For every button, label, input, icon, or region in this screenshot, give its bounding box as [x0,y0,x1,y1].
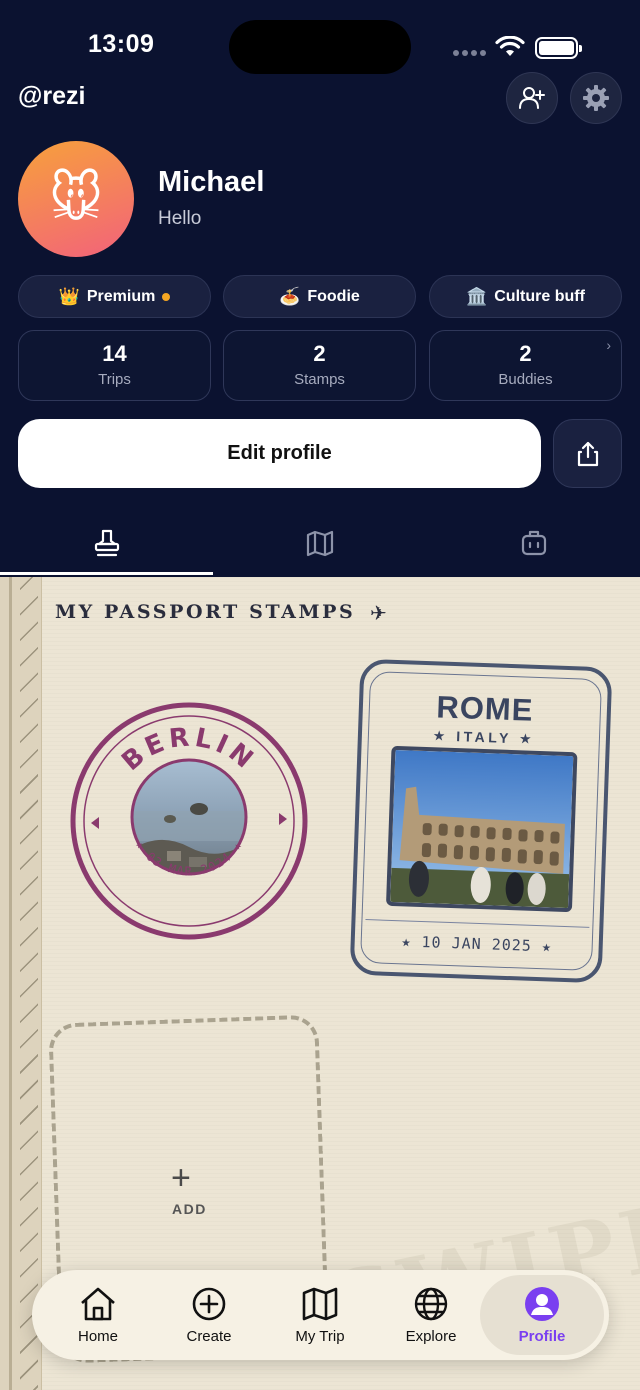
stat-value: 14 [102,341,127,366]
tab-trips[interactable] [427,510,640,576]
museum-icon: 🏛️ [466,286,488,306]
spaghetti-icon: 🍝 [279,286,301,306]
profile-header-area: 13:09 @rezi 🐭 Michael Hello 👑 Premium 🍝 … [0,0,640,577]
stat-stamps[interactable]: 2 Stamps [223,330,416,401]
username-handle: @rezi [18,82,86,110]
avatar[interactable]: 🐭 [18,141,134,257]
nav-home[interactable]: Home [43,1270,153,1360]
stamp-icon [94,529,119,557]
settings-button[interactable] [570,72,622,124]
globe-icon [414,1287,448,1320]
nav-label: Home [77,1327,118,1345]
stat-buddies[interactable]: › 2 Buddies [429,330,622,401]
badge-label: Premium [86,287,156,305]
signal-icon [453,50,487,56]
premium-dot-icon [162,292,171,301]
battery-icon [535,37,582,59]
stamp-rome[interactable]: ROME ★ ITALY ★ ★ 10 JAN 2025 ★ [349,658,613,984]
plus-icon[interactable]: + [171,1159,191,1198]
profile-name: Michael [158,166,265,198]
spine-stitching [20,577,38,1390]
active-tab-indicator [0,572,213,575]
person-plus-icon [519,87,545,109]
passport-page[interactable]: MY PASSPORT STAMPS ✈ SWIPE BERLIN ★ 03 M… [0,577,640,1390]
wifi-icon [495,36,525,56]
tab-stamps[interactable] [0,510,213,576]
share-button[interactable] [553,419,622,488]
stat-value: 2 [519,341,532,366]
nav-explore[interactable]: Explore [376,1270,486,1360]
map-icon [302,1287,338,1320]
spine-edge [9,577,12,1390]
nav-my-trip[interactable]: My Trip [265,1270,375,1360]
gear-icon [583,85,609,111]
nav-label: My Trip [295,1327,345,1345]
stat-label: Trips [98,371,131,388]
badge-label: Foodie [307,287,360,305]
nav-label: Create [186,1327,232,1345]
stat-value: 2 [313,341,326,366]
badge-culture-buff[interactable]: 🏛️ Culture buff [429,275,622,318]
crown-icon: 👑 [58,286,80,306]
status-time: 13:09 [88,30,155,58]
stat-label: Stamps [294,371,345,388]
share-icon [577,441,598,466]
chevron-right-icon: › [606,337,611,353]
stat-label: Buddies [498,371,553,388]
rome-date: 10 JAN 2025 [421,933,533,955]
add-friend-button[interactable] [506,72,558,124]
rome-country: ITALY [455,728,512,747]
badge-premium[interactable]: 👑 Premium [18,275,211,318]
person-icon [525,1286,559,1321]
badge-label: Culture buff [494,287,585,305]
edit-profile-button[interactable]: Edit profile [18,419,541,488]
avatar-emoji: 🐭 [48,170,104,228]
passport-title: MY PASSPORT STAMPS [55,601,356,623]
stamp-berlin[interactable]: BERLIN ★ 03 MAR 2024 ★ [69,701,309,941]
stat-trips[interactable]: 14 Trips [18,330,211,401]
nav-label: Explore [405,1327,457,1345]
airplane-icon: ✈ [370,603,387,625]
dynamic-island [229,20,411,74]
profile-bio: Hello [158,208,202,229]
nav-label: Profile [518,1327,566,1345]
tab-map[interactable] [213,510,426,576]
bottom-nav: Home Create My Trip Explore Profile [32,1270,609,1360]
luggage-icon [521,530,546,556]
map-icon [306,530,333,557]
rome-photo [385,745,578,913]
add-stamp-label[interactable]: ADD [172,1201,207,1217]
nav-create[interactable]: Create [154,1270,264,1360]
plus-circle-icon [192,1287,226,1320]
home-icon [81,1287,115,1320]
nav-profile[interactable]: Profile [480,1275,604,1355]
badge-foodie[interactable]: 🍝 Foodie [223,275,416,318]
